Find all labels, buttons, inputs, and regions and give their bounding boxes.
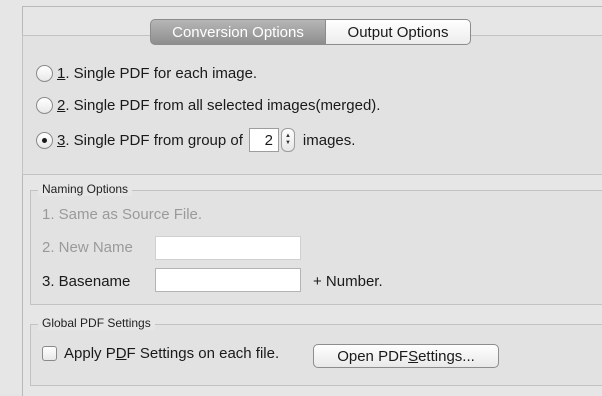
tab-output-label: Output Options (347, 23, 449, 41)
basename-suffix: + Number. (313, 273, 383, 290)
naming-basename[interactable]: 3. Basename (42, 273, 130, 290)
window: Conversion Options Output Options 1 . Si… (0, 0, 602, 396)
naming-new-name[interactable]: 2. New Name (42, 239, 133, 256)
naming-opt3-label: 3. Basename (42, 273, 131, 290)
tab-bar: Conversion Options Output Options (150, 19, 471, 45)
option-1-number: 1 (57, 65, 66, 82)
option-3-number: 3 (57, 131, 66, 149)
tab-output-options[interactable]: Output Options (325, 19, 471, 45)
stepper-up-icon[interactable]: ▲ (285, 133, 291, 140)
radio-option-2[interactable] (36, 97, 53, 114)
basename-input[interactable] (155, 268, 301, 292)
naming-options-legend: Naming Options (38, 182, 133, 196)
naming-opt1-label: 1. Same as Source File. (42, 206, 203, 223)
tab-conversion-label: Conversion Options (172, 23, 304, 41)
option-3-label: . Single PDF from group of (65, 131, 243, 149)
tab-conversion-options[interactable]: Conversion Options (150, 19, 325, 45)
apply-pdf-settings-post: F Settings on each file. (126, 345, 280, 362)
radio-option-3[interactable] (36, 131, 53, 149)
option-2-number: 2 (57, 97, 66, 114)
option-1-label: . Single PDF for each image. (65, 65, 258, 82)
naming-opt2-label: 2. New Name (42, 239, 133, 256)
open-pdf-settings-button[interactable]: Open PDF Settings... (313, 344, 499, 368)
apply-pdf-settings-checkbox-row[interactable]: Apply PDF Settings on each file. (42, 345, 279, 362)
open-pdf-settings-key: S (408, 347, 419, 365)
naming-same-as-source[interactable]: 1. Same as Source File. (42, 206, 202, 223)
apply-pdf-settings-checkbox[interactable] (42, 346, 57, 361)
option-single-pdf-merged[interactable]: 2 . Single PDF from all selected images(… (36, 97, 380, 114)
stepper-down-icon[interactable]: ▼ (285, 140, 291, 147)
basename-suffix-label: + Number. (313, 273, 383, 290)
group-size-field[interactable]: 2 (248, 128, 279, 152)
apply-pdf-settings-key: D (115, 345, 127, 362)
radio-option-1[interactable] (36, 65, 53, 82)
option-single-pdf-each[interactable]: 1 . Single PDF for each image. (36, 65, 257, 82)
global-pdf-settings-legend: Global PDF Settings (38, 316, 155, 330)
open-pdf-settings-pre: Open PDF (337, 347, 409, 365)
apply-pdf-settings-pre: Apply P (64, 345, 116, 362)
open-pdf-settings-post: ettings... (418, 347, 475, 365)
option-2-label: . Single PDF from all selected images(me… (65, 97, 381, 114)
group-size-stepper[interactable]: ▲ ▼ (280, 128, 295, 152)
option-single-pdf-group[interactable]: 3 . Single PDF from group of 2 ▲ ▼ image… (36, 128, 355, 152)
new-name-input[interactable] (155, 236, 301, 260)
option-3-suffix: images. (302, 131, 356, 149)
